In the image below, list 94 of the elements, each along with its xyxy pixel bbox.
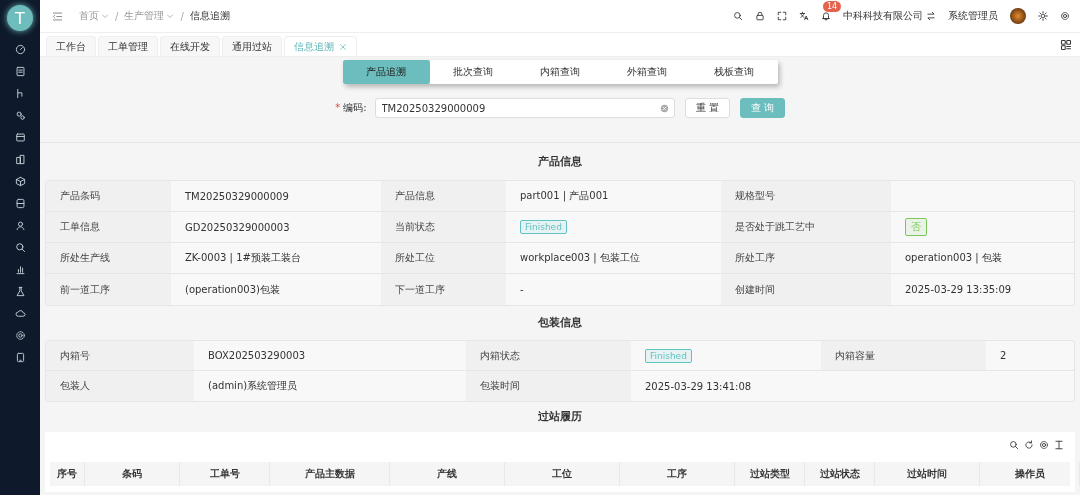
search-icon[interactable]: [1009, 440, 1019, 450]
query-tab[interactable]: 外箱查询: [603, 60, 691, 84]
translate-icon[interactable]: [799, 11, 809, 21]
user-name[interactable]: 系统管理员: [948, 9, 998, 23]
field-label: 内箱状态: [466, 341, 631, 371]
column-header: 产品主数据: [270, 462, 390, 486]
gauge-icon[interactable]: [14, 43, 26, 55]
column-header: 过站状态: [805, 462, 875, 486]
field-label: 下一道工序: [381, 274, 506, 305]
column-header: 工序: [620, 462, 735, 486]
cloud-icon[interactable]: [14, 307, 26, 319]
field-label: 包装时间: [466, 371, 631, 401]
reset-button[interactable]: 重 置: [684, 98, 730, 118]
collapse-menu-icon[interactable]: [52, 10, 63, 22]
field-value: GD20250329000003: [185, 221, 290, 233]
field-label: 所处工位: [381, 243, 506, 274]
page-tab[interactable]: 在线开发: [160, 36, 220, 56]
field-label: 当前状态: [381, 212, 506, 243]
notification-badge: 14: [823, 1, 842, 12]
page-tab[interactable]: 工单管理: [98, 36, 158, 56]
field-label: 包装人: [46, 371, 194, 401]
query-tab[interactable]: 内箱查询: [516, 60, 604, 84]
field-label: 内箱号: [46, 341, 194, 371]
field-label: 规格型号: [721, 181, 891, 212]
section-title: 过站履历: [537, 409, 583, 424]
column-height-icon[interactable]: [1054, 440, 1064, 450]
search-icon[interactable]: [14, 241, 26, 253]
settings-icon[interactable]: [1039, 440, 1049, 450]
field-label: 是否处于跳工艺中: [721, 212, 891, 243]
building-icon[interactable]: [14, 153, 26, 165]
field-value: (operation003)包装: [185, 282, 280, 297]
storage-icon[interactable]: [14, 197, 26, 209]
company-name[interactable]: 中科科技有限公司: [843, 9, 923, 23]
lock-icon[interactable]: [755, 11, 765, 21]
window-icon[interactable]: [14, 131, 26, 143]
flask-icon[interactable]: [14, 285, 26, 297]
column-header: 操作员: [980, 462, 1080, 486]
status-tag: Finished: [520, 220, 567, 234]
code-input-field[interactable]: TM20250329000009: [374, 98, 675, 118]
field-value: TM20250329000009: [185, 190, 289, 202]
field-value: (admin)系统管理员: [208, 379, 298, 393]
field-label: 所处生产线: [46, 243, 171, 274]
required-mark: *: [335, 102, 341, 113]
column-header: 工位: [505, 462, 620, 486]
fullscreen-icon[interactable]: [777, 11, 787, 21]
sun-icon[interactable]: [1038, 11, 1048, 21]
page-tab[interactable]: 工作台: [46, 36, 96, 56]
column-header: 序号: [50, 462, 85, 486]
field-label: 内箱容量: [821, 341, 986, 371]
column-header: 过站类型: [735, 462, 805, 486]
query-tab[interactable]: 栈板查询: [690, 60, 778, 84]
field-value: -: [520, 284, 524, 295]
breadcrumb-separator: /: [115, 10, 119, 22]
page-tab[interactable]: 通用过站: [222, 36, 282, 56]
field-value: BOX202503290003: [208, 350, 306, 361]
search-icon[interactable]: [733, 11, 743, 21]
field-value: 2025-03-29 13:35:09: [905, 284, 1012, 295]
refresh-icon[interactable]: [1024, 440, 1034, 450]
field-label: 产品信息: [381, 181, 506, 212]
cube-icon[interactable]: [14, 175, 26, 187]
section-title: 产品信息: [537, 153, 583, 169]
section-title: 包装信息: [537, 315, 583, 330]
field-label: 产品条码: [46, 181, 171, 212]
field-value: part001 | 产品001: [520, 189, 609, 203]
breadcrumb-separator: /: [180, 10, 184, 22]
grid-icon[interactable]: [1060, 39, 1072, 51]
gears-icon[interactable]: [14, 109, 26, 121]
field-value: operation003 | 包装: [905, 251, 1002, 265]
status-tag: 否: [905, 218, 927, 236]
bell-icon[interactable]: [821, 11, 831, 21]
user-icon[interactable]: [14, 219, 26, 231]
column-header: 产线: [390, 462, 505, 486]
bar-chart-icon[interactable]: [14, 263, 26, 275]
field-label: 前一道工序: [46, 274, 171, 305]
column-header: 条码: [85, 462, 180, 486]
query-tab[interactable]: 批次查询: [429, 60, 517, 84]
field-value: 2025-03-29 13:41:08: [645, 380, 752, 392]
column-header: 过站时间: [875, 462, 980, 486]
status-tag: Finished: [645, 348, 692, 363]
field-label: 所处工序: [721, 243, 891, 274]
settings-icon[interactable]: [1060, 11, 1070, 21]
field-value: 2: [1000, 350, 1007, 361]
swap-icon[interactable]: [926, 11, 936, 21]
field-value: workplace003 | 包装工位: [520, 251, 640, 265]
field-label: 编码:: [343, 102, 367, 113]
document-icon[interactable]: [14, 65, 26, 77]
user-avatar[interactable]: [1010, 8, 1026, 24]
tablet-icon[interactable]: [14, 351, 26, 363]
column-header: 工单号: [180, 462, 270, 486]
breadcrumb-link[interactable]: 信息追溯: [189, 9, 230, 23]
field-value: ZK-0003 | 1#预装工装台: [185, 251, 301, 265]
query-tab[interactable]: 产品追溯: [342, 60, 430, 84]
field-label: 创建时间: [721, 274, 891, 305]
field-label: 工单信息: [46, 212, 171, 243]
